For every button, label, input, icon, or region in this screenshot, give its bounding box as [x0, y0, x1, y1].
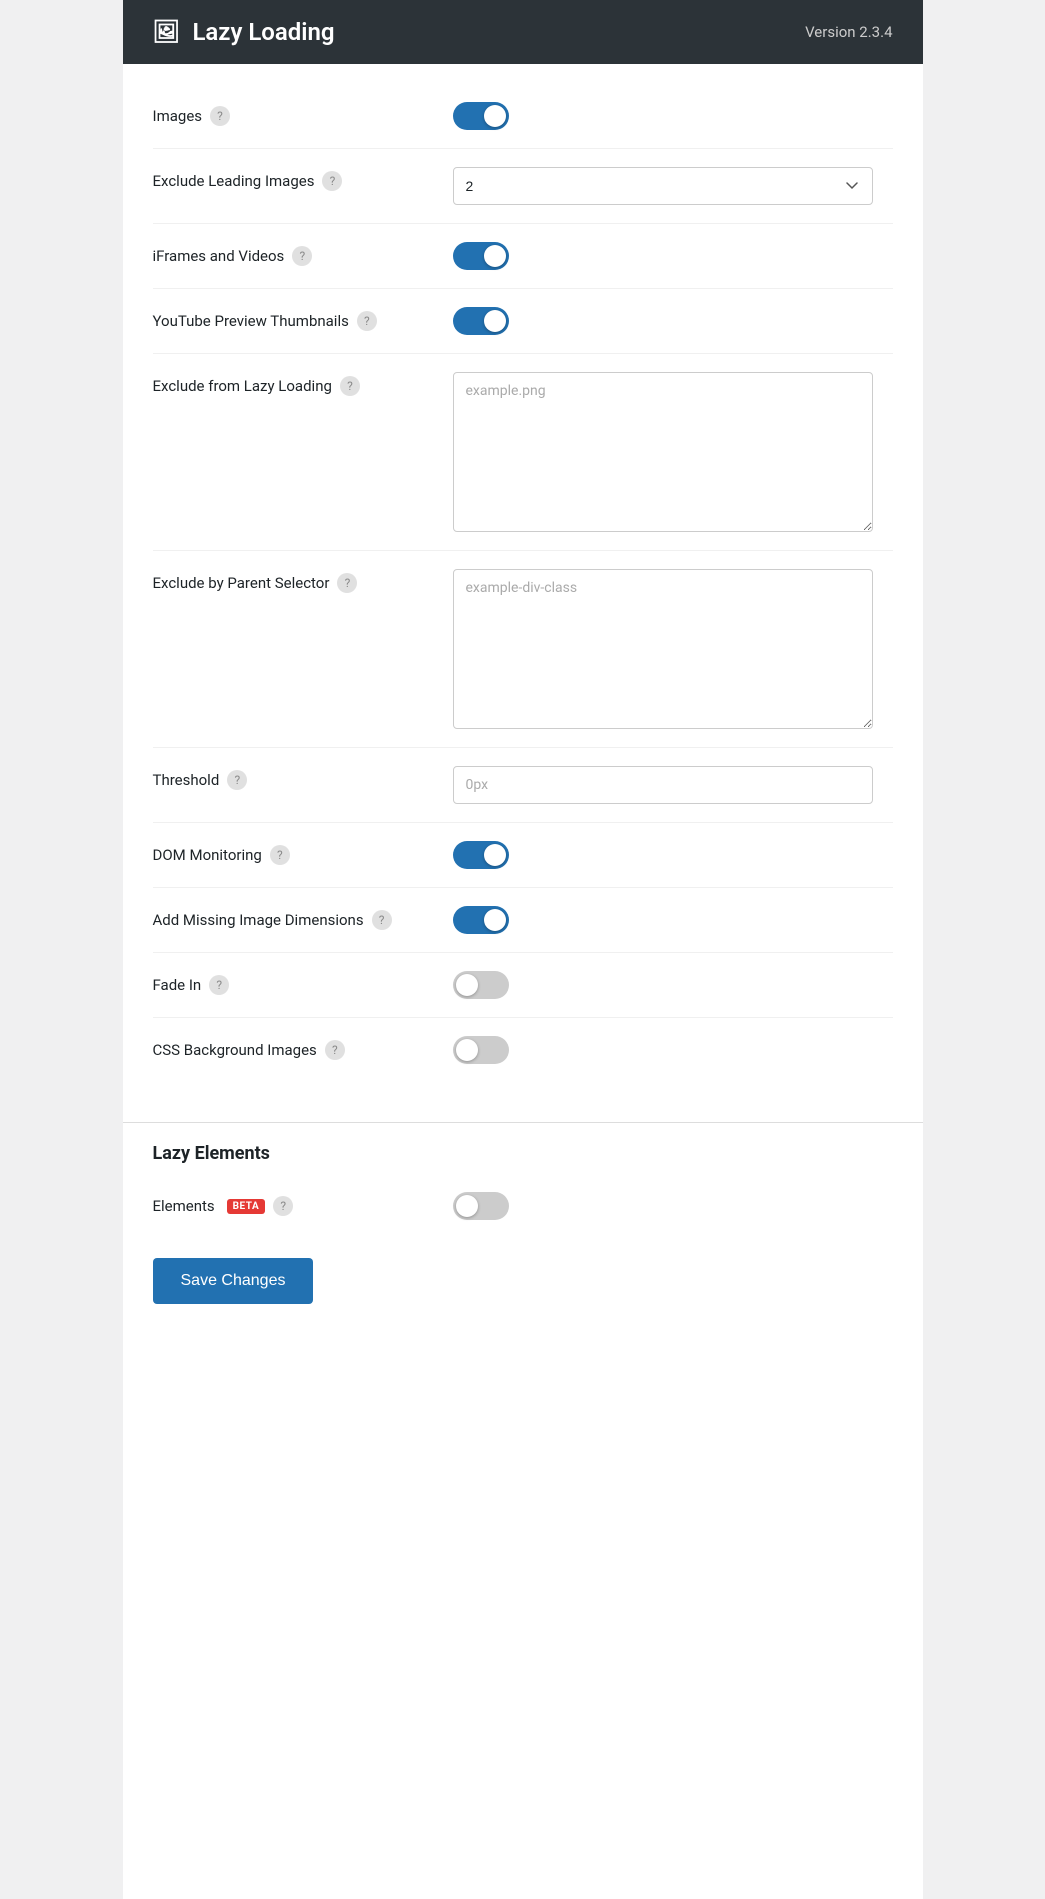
exclude-leading-select[interactable]: 0 1 2 3 4 5: [453, 167, 873, 205]
images-toggle-slider: [453, 102, 509, 130]
header-title: 🖼 Lazy Loading: [153, 18, 335, 46]
missing-dims-toggle-slider: [453, 906, 509, 934]
iframes-control: [453, 242, 893, 270]
parent-selector-help-icon[interactable]: ?: [337, 573, 357, 593]
setting-row-missing-dims: Add Missing Image Dimensions ?: [153, 888, 893, 953]
youtube-label: YouTube Preview Thumbnails ?: [153, 307, 453, 331]
exclude-lazy-help-icon[interactable]: ?: [340, 376, 360, 396]
parent-selector-control: [453, 569, 893, 729]
app-title: Lazy Loading: [192, 18, 334, 46]
iframes-label: iFrames and Videos ?: [153, 242, 453, 266]
elements-toggle-slider: [453, 1192, 509, 1220]
dom-toggle-slider: [453, 841, 509, 869]
threshold-help-icon[interactable]: ?: [227, 770, 247, 790]
parent-selector-textarea[interactable]: [453, 569, 873, 729]
setting-row-images: Images ?: [153, 84, 893, 149]
elements-toggle[interactable]: [453, 1192, 509, 1220]
css-bg-toggle[interactable]: [453, 1036, 509, 1064]
css-bg-help-icon[interactable]: ?: [325, 1040, 345, 1060]
setting-row-youtube: YouTube Preview Thumbnails ?: [153, 289, 893, 354]
dom-label: DOM Monitoring ?: [153, 841, 453, 865]
threshold-input[interactable]: [453, 766, 873, 804]
lazy-loading-icon: 🖼: [153, 20, 181, 45]
exclude-lazy-control: [453, 372, 893, 532]
setting-row-iframes: iFrames and Videos ?: [153, 224, 893, 289]
setting-row-dom: DOM Monitoring ?: [153, 823, 893, 888]
dom-control: [453, 841, 893, 869]
exclude-leading-label: Exclude Leading Images ?: [153, 167, 453, 191]
version-label: Version 2.3.4: [805, 23, 892, 41]
youtube-help-icon[interactable]: ?: [357, 311, 377, 331]
settings-content: Images ? Exclude Leading Images ? 0 1 2: [123, 64, 923, 1112]
iframes-help-icon[interactable]: ?: [292, 246, 312, 266]
setting-row-parent-selector: Exclude by Parent Selector ?: [153, 551, 893, 748]
css-bg-label: CSS Background Images ?: [153, 1036, 453, 1060]
missing-dims-label: Add Missing Image Dimensions ?: [153, 906, 453, 930]
css-bg-toggle-slider: [453, 1036, 509, 1064]
page-wrapper: 🖼 Lazy Loading Version 2.3.4 Images ? Ex…: [123, 0, 923, 1899]
parent-selector-label: Exclude by Parent Selector ?: [153, 569, 453, 593]
images-control: [453, 102, 893, 130]
iframes-toggle-slider: [453, 242, 509, 270]
fade-in-help-icon[interactable]: ?: [209, 975, 229, 995]
threshold-control: [453, 766, 893, 804]
header: 🖼 Lazy Loading Version 2.3.4: [123, 0, 923, 64]
youtube-control: [453, 307, 893, 335]
exclude-lazy-label: Exclude from Lazy Loading ?: [153, 372, 453, 396]
exclude-lazy-textarea[interactable]: [453, 372, 873, 532]
elements-control: [453, 1192, 893, 1220]
dom-toggle[interactable]: [453, 841, 509, 869]
fade-in-label: Fade In ?: [153, 971, 453, 995]
images-help-icon[interactable]: ?: [210, 106, 230, 126]
dom-help-icon[interactable]: ?: [270, 845, 290, 865]
lazy-elements-heading: Lazy Elements: [123, 1123, 923, 1174]
css-bg-control: [453, 1036, 893, 1064]
elements-help-icon[interactable]: ?: [273, 1196, 293, 1216]
exclude-leading-help-icon[interactable]: ?: [322, 171, 342, 191]
lazy-elements-content: Elements BETA ?: [123, 1174, 923, 1238]
fade-in-toggle[interactable]: [453, 971, 509, 999]
setting-row-exclude-lazy: Exclude from Lazy Loading ?: [153, 354, 893, 551]
lazy-elements-section: Lazy Elements Elements BETA ?: [123, 1123, 923, 1238]
images-label: Images ?: [153, 102, 453, 126]
youtube-toggle-slider: [453, 307, 509, 335]
exclude-leading-control: 0 1 2 3 4 5: [453, 167, 893, 205]
fade-in-control: [453, 971, 893, 999]
threshold-label: Threshold ?: [153, 766, 453, 790]
setting-row-fade-in: Fade In ?: [153, 953, 893, 1018]
fade-in-toggle-slider: [453, 971, 509, 999]
elements-label: Elements BETA ?: [153, 1192, 453, 1216]
setting-row-css-bg: CSS Background Images ?: [153, 1018, 893, 1082]
save-button[interactable]: Save Changes: [153, 1258, 314, 1304]
beta-badge: BETA: [227, 1199, 266, 1214]
images-toggle[interactable]: [453, 102, 509, 130]
iframes-toggle[interactable]: [453, 242, 509, 270]
setting-row-elements: Elements BETA ?: [153, 1174, 893, 1238]
missing-dims-control: [453, 906, 893, 934]
setting-row-exclude-leading: Exclude Leading Images ? 0 1 2 3 4 5: [153, 149, 893, 224]
youtube-toggle[interactable]: [453, 307, 509, 335]
missing-dims-help-icon[interactable]: ?: [372, 910, 392, 930]
setting-row-threshold: Threshold ?: [153, 748, 893, 823]
missing-dims-toggle[interactable]: [453, 906, 509, 934]
